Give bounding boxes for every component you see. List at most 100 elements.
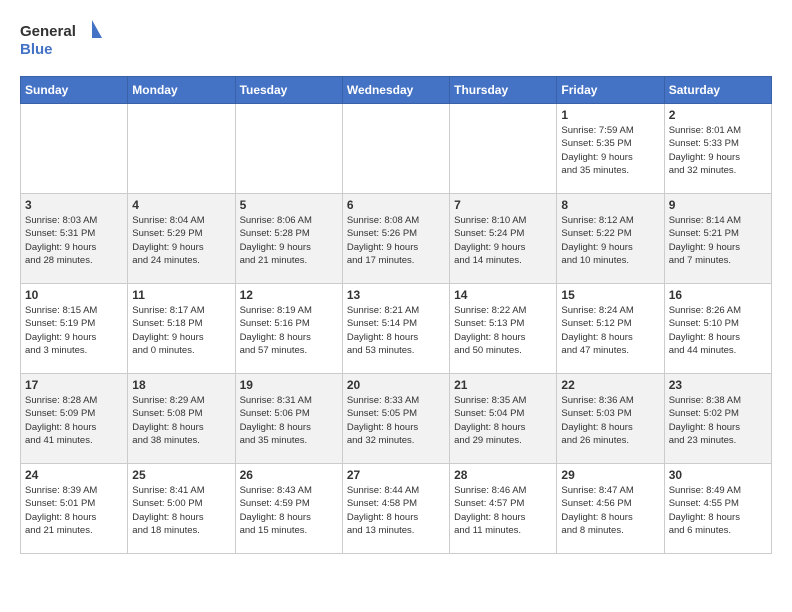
calendar-cell (21, 104, 128, 194)
day-number: 10 (25, 288, 123, 302)
cell-info: Sunrise: 8:36 AM Sunset: 5:03 PM Dayligh… (561, 395, 633, 446)
cell-info: Sunrise: 8:35 AM Sunset: 5:04 PM Dayligh… (454, 395, 526, 446)
cell-info: Sunrise: 8:22 AM Sunset: 5:13 PM Dayligh… (454, 305, 526, 356)
calendar-cell: 7Sunrise: 8:10 AM Sunset: 5:24 PM Daylig… (450, 194, 557, 284)
day-number: 16 (669, 288, 767, 302)
day-number: 5 (240, 198, 338, 212)
page-header: GeneralBlue (20, 20, 772, 60)
calendar-cell: 21 Sunrise: 8:35 AM Sunset: 5:04 PM Dayli… (450, 374, 557, 464)
day-number: 30 (669, 468, 767, 482)
calendar-cell: 22 Sunrise: 8:36 AM Sunset: 5:03 PM Dayli… (557, 374, 664, 464)
cell-info: Sunrise: 8:15 AM Sunset: 5:19 PM Dayligh… (25, 305, 97, 356)
calendar-cell: 8 Sunrise: 8:12 AM Sunset: 5:22 PM Daylig… (557, 194, 664, 284)
weekday-header: Thursday (450, 77, 557, 104)
calendar-week-row: 24Sunrise: 8:39 AM Sunset: 5:01 PM Dayli… (21, 464, 772, 554)
calendar-table: SundayMondayTuesdayWednesdayThursdayFrid… (20, 76, 772, 554)
cell-info: Sunrise: 8:43 AM Sunset: 4:59 PM Dayligh… (240, 485, 312, 536)
cell-info: Sunrise: 8:44 AM Sunset: 4:58 PM Dayligh… (347, 485, 419, 536)
calendar-cell: 1 Sunrise: 7:59 AM Sunset: 5:35 PM Daylig… (557, 104, 664, 194)
cell-info: Sunrise: 8:47 AM Sunset: 4:56 PM Dayligh… (561, 485, 633, 536)
calendar-cell: 25 Sunrise: 8:41 AM Sunset: 5:00 PM Dayli… (128, 464, 235, 554)
cell-info: Sunrise: 8:46 AM Sunset: 4:57 PM Dayligh… (454, 485, 526, 536)
calendar-cell: 6 Sunrise: 8:08 AM Sunset: 5:26 PM Daylig… (342, 194, 449, 284)
weekday-header: Wednesday (342, 77, 449, 104)
day-number: 20 (347, 378, 445, 392)
day-number: 7 (454, 198, 552, 212)
day-number: 15 (561, 288, 659, 302)
cell-info: Sunrise: 8:01 AM Sunset: 5:33 PM Dayligh… (669, 125, 741, 176)
cell-info: Sunrise: 8:41 AM Sunset: 5:00 PM Dayligh… (132, 485, 204, 536)
day-number: 2 (669, 108, 767, 122)
calendar-cell: 5Sunrise: 8:06 AM Sunset: 5:28 PM Daylig… (235, 194, 342, 284)
calendar-cell: 12Sunrise: 8:19 AM Sunset: 5:16 PM Dayli… (235, 284, 342, 374)
calendar-cell: 16 Sunrise: 8:26 AM Sunset: 5:10 PM Dayli… (664, 284, 771, 374)
calendar-cell (450, 104, 557, 194)
cell-info: Sunrise: 8:03 AM Sunset: 5:31 PM Dayligh… (25, 215, 97, 266)
calendar-cell: 15Sunrise: 8:24 AM Sunset: 5:12 PM Dayli… (557, 284, 664, 374)
svg-text:Blue: Blue (20, 41, 53, 58)
day-number: 23 (669, 378, 767, 392)
day-number: 26 (240, 468, 338, 482)
calendar-cell: 24Sunrise: 8:39 AM Sunset: 5:01 PM Dayli… (21, 464, 128, 554)
day-number: 1 (561, 108, 659, 122)
day-number: 8 (561, 198, 659, 212)
cell-info: Sunrise: 8:08 AM Sunset: 5:26 PM Dayligh… (347, 215, 419, 266)
calendar-cell: 23 Sunrise: 8:38 AM Sunset: 5:02 PM Dayli… (664, 374, 771, 464)
day-number: 14 (454, 288, 552, 302)
header-row: SundayMondayTuesdayWednesdayThursdayFrid… (21, 77, 772, 104)
cell-info: Sunrise: 8:29 AM Sunset: 5:08 PM Dayligh… (132, 395, 204, 446)
cell-info: Sunrise: 7:59 AM Sunset: 5:35 PM Dayligh… (561, 125, 633, 176)
cell-info: Sunrise: 8:04 AM Sunset: 5:29 PM Dayligh… (132, 215, 204, 266)
calendar-cell: 11Sunrise: 8:17 AM Sunset: 5:18 PM Dayli… (128, 284, 235, 374)
day-number: 29 (561, 468, 659, 482)
day-number: 13 (347, 288, 445, 302)
calendar-cell: 29 Sunrise: 8:47 AM Sunset: 4:56 PM Dayli… (557, 464, 664, 554)
weekday-header: Friday (557, 77, 664, 104)
cell-info: Sunrise: 8:33 AM Sunset: 5:05 PM Dayligh… (347, 395, 419, 446)
cell-info: Sunrise: 8:39 AM Sunset: 5:01 PM Dayligh… (25, 485, 97, 536)
weekday-header: Sunday (21, 77, 128, 104)
logo-svg: GeneralBlue (20, 20, 110, 60)
calendar-week-row: 1 Sunrise: 7:59 AM Sunset: 5:35 PM Daylig… (21, 104, 772, 194)
calendar-cell (128, 104, 235, 194)
calendar-cell: 19 Sunrise: 8:31 AM Sunset: 5:06 PM Dayli… (235, 374, 342, 464)
day-number: 6 (347, 198, 445, 212)
svg-text:General: General (20, 23, 76, 40)
day-number: 18 (132, 378, 230, 392)
cell-info: Sunrise: 8:28 AM Sunset: 5:09 PM Dayligh… (25, 395, 97, 446)
cell-info: Sunrise: 8:21 AM Sunset: 5:14 PM Dayligh… (347, 305, 419, 356)
cell-info: Sunrise: 8:31 AM Sunset: 5:06 PM Dayligh… (240, 395, 312, 446)
day-number: 25 (132, 468, 230, 482)
day-number: 12 (240, 288, 338, 302)
weekday-header: Tuesday (235, 77, 342, 104)
calendar-cell: 27 Sunrise: 8:44 AM Sunset: 4:58 PM Dayli… (342, 464, 449, 554)
day-number: 9 (669, 198, 767, 212)
calendar-cell: 10 Sunrise: 8:15 AM Sunset: 5:19 PM Dayli… (21, 284, 128, 374)
day-number: 11 (132, 288, 230, 302)
calendar-week-row: 17 Sunrise: 8:28 AM Sunset: 5:09 PM Dayli… (21, 374, 772, 464)
day-number: 19 (240, 378, 338, 392)
calendar-cell: 26 Sunrise: 8:43 AM Sunset: 4:59 PM Dayli… (235, 464, 342, 554)
calendar-cell: 14 Sunrise: 8:22 AM Sunset: 5:13 PM Dayli… (450, 284, 557, 374)
cell-info: Sunrise: 8:12 AM Sunset: 5:22 PM Dayligh… (561, 215, 633, 266)
calendar-cell: 28Sunrise: 8:46 AM Sunset: 4:57 PM Dayli… (450, 464, 557, 554)
day-number: 22 (561, 378, 659, 392)
cell-info: Sunrise: 8:26 AM Sunset: 5:10 PM Dayligh… (669, 305, 741, 356)
cell-info: Sunrise: 8:49 AM Sunset: 4:55 PM Dayligh… (669, 485, 741, 536)
calendar-cell: 2 Sunrise: 8:01 AM Sunset: 5:33 PM Daylig… (664, 104, 771, 194)
day-number: 27 (347, 468, 445, 482)
day-number: 4 (132, 198, 230, 212)
calendar-cell: 13 Sunrise: 8:21 AM Sunset: 5:14 PM Dayli… (342, 284, 449, 374)
weekday-header: Saturday (664, 77, 771, 104)
calendar-cell: 20 Sunrise: 8:33 AM Sunset: 5:05 PM Dayli… (342, 374, 449, 464)
calendar-cell: 18 Sunrise: 8:29 AM Sunset: 5:08 PM Dayli… (128, 374, 235, 464)
calendar-cell (235, 104, 342, 194)
calendar-cell: 17 Sunrise: 8:28 AM Sunset: 5:09 PM Dayli… (21, 374, 128, 464)
day-number: 17 (25, 378, 123, 392)
calendar-cell: 4 Sunrise: 8:04 AM Sunset: 5:29 PM Daylig… (128, 194, 235, 284)
day-number: 21 (454, 378, 552, 392)
calendar-week-row: 3 Sunrise: 8:03 AM Sunset: 5:31 PM Daylig… (21, 194, 772, 284)
day-number: 3 (25, 198, 123, 212)
calendar-cell (342, 104, 449, 194)
cell-info: Sunrise: 8:38 AM Sunset: 5:02 PM Dayligh… (669, 395, 741, 446)
